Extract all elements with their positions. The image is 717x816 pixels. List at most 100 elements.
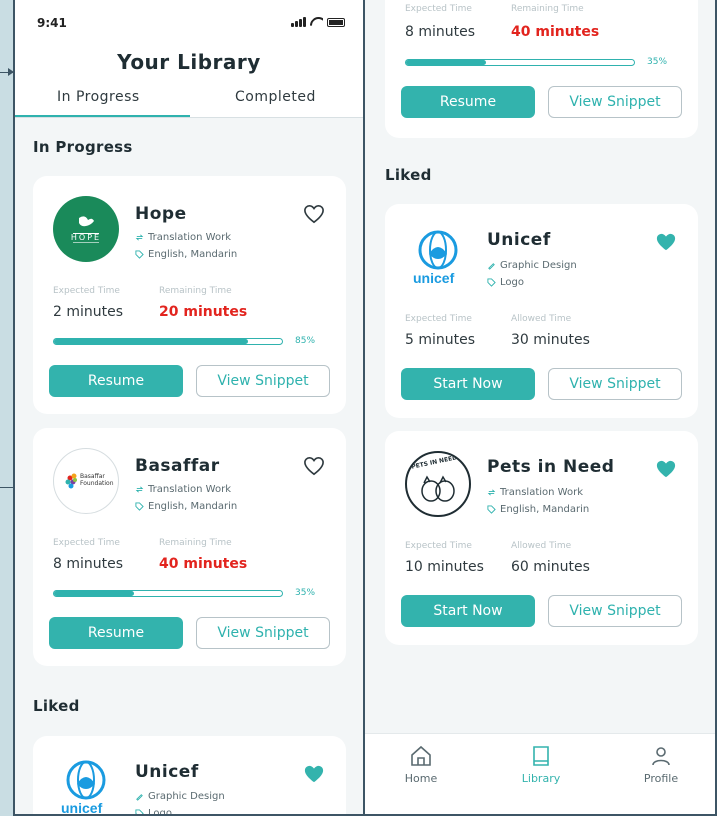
progress-percent: 35%	[647, 57, 668, 67]
remaining-time-value: 40 minutes	[159, 556, 248, 572]
remaining-time-label: Remaining Time	[159, 538, 232, 548]
languages-text: English, Mandarin	[148, 249, 238, 260]
wifi-icon	[310, 17, 323, 27]
resume-button[interactable]: Resume	[401, 86, 535, 118]
progress-percent: 35%	[295, 588, 316, 598]
languages-row: English, Mandarin	[487, 504, 589, 515]
tag-text: Logo	[500, 277, 524, 288]
tag-icon	[487, 505, 496, 514]
project-card-hope[interactable]: HOPE Hope Translation Work English, Mand…	[33, 176, 346, 414]
expected-time-label: Expected Time	[405, 541, 472, 551]
unicef-wordmark: unicef	[413, 270, 455, 286]
tab-divider	[15, 117, 363, 118]
view-snippet-button[interactable]: View Snippet	[196, 365, 330, 397]
languages-text: English, Mandarin	[148, 501, 238, 512]
category-row: Graphic Design	[487, 260, 577, 271]
progress-bar	[53, 590, 283, 597]
unicef-logo: unicef	[405, 224, 471, 290]
category-text: Graphic Design	[500, 260, 577, 271]
allowed-time-label: Allowed Time	[511, 541, 572, 551]
bottom-nav: Home Library Profile	[365, 733, 715, 814]
heart-filled-icon[interactable]	[303, 764, 325, 784]
nav-label: Library	[521, 772, 561, 785]
category-row: Translation Work	[135, 232, 231, 243]
card-name: Unicef	[487, 230, 551, 250]
remaining-time-label: Remaining Time	[159, 286, 232, 296]
expected-time-value: 5 minutes	[405, 332, 476, 348]
pets-in-need-logo: PETS IN NEED	[405, 451, 471, 517]
progress-percent: 85%	[295, 336, 316, 346]
repeat-icon	[135, 234, 144, 241]
project-card-basaffar-continued[interactable]: Expected Time Remaining Time 8 minutes 4…	[385, 0, 698, 138]
tab-completed[interactable]: Completed	[235, 89, 316, 105]
project-card-pets-in-need[interactable]: PETS IN NEED Pets in Need Translation Wo…	[385, 431, 698, 645]
expected-time-label: Expected Time	[53, 286, 120, 296]
right-phone-screen: Expected Time Remaining Time 8 minutes 4…	[365, 0, 717, 816]
nav-label: Profile	[643, 772, 679, 785]
tab-in-progress[interactable]: In Progress	[57, 89, 140, 105]
page-title: Your Library	[117, 50, 261, 74]
expected-time-value: 8 minutes	[53, 556, 124, 572]
languages-row: English, Mandarin	[135, 249, 237, 260]
nav-library[interactable]: Library	[501, 744, 581, 785]
heart-filled-icon[interactable]	[655, 459, 677, 479]
heart-outline-icon[interactable]	[303, 204, 325, 224]
expected-time-label: Expected Time	[53, 538, 120, 548]
category-text: Graphic Design	[148, 791, 225, 802]
view-snippet-button[interactable]: View Snippet	[196, 617, 330, 649]
signal-icon	[291, 17, 306, 27]
card-name: Pets in Need	[487, 457, 615, 477]
annotation-line-mid	[0, 487, 13, 488]
status-time: 9:41	[37, 16, 67, 30]
tag-icon	[487, 278, 496, 287]
category-row: Translation Work	[135, 484, 231, 495]
status-icons	[291, 17, 345, 27]
brush-icon	[488, 263, 495, 270]
left-phone-screen: 9:41 Your Library In Progress Completed …	[13, 0, 365, 816]
progress-fill	[406, 60, 486, 65]
languages-row: English, Mandarin	[135, 501, 237, 512]
progress-fill	[54, 591, 134, 596]
category-text: Translation Work	[500, 487, 583, 498]
tag-row: Logo	[135, 808, 172, 814]
nav-label: Home	[404, 772, 438, 785]
hope-logo: HOPE	[53, 196, 119, 262]
dove-icon	[73, 216, 99, 243]
expected-time-value: 10 minutes	[405, 559, 484, 575]
nav-home[interactable]: Home	[381, 744, 461, 785]
start-now-button[interactable]: Start Now	[401, 595, 535, 627]
tag-row: Logo	[487, 277, 524, 288]
nav-profile[interactable]: Profile	[621, 744, 701, 785]
library-header: Your Library In Progress Completed	[15, 46, 363, 118]
view-snippet-button[interactable]: View Snippet	[548, 368, 682, 400]
resume-button[interactable]: Resume	[49, 617, 183, 649]
resume-button[interactable]: Resume	[49, 365, 183, 397]
category-text: Translation Work	[148, 232, 231, 243]
basaffar-logo-text: Basaffar Foundation	[80, 473, 114, 487]
allowed-time-value: 30 minutes	[511, 332, 590, 348]
project-card-basaffar[interactable]: Basaffar Foundation Basaffar Translation…	[33, 428, 346, 666]
project-card-unicef-peek[interactable]: unicef Unicef Graphic Design Logo	[33, 736, 346, 814]
heart-outline-icon[interactable]	[303, 456, 325, 476]
heart-filled-icon[interactable]	[655, 232, 677, 252]
user-icon	[652, 747, 670, 766]
remaining-time-value: 40 minutes	[511, 24, 600, 40]
expected-time-value: 2 minutes	[53, 304, 124, 320]
basaffar-logo: Basaffar Foundation	[53, 448, 119, 514]
repeat-icon	[487, 489, 496, 496]
progress-bar	[53, 338, 283, 345]
home-icon	[411, 745, 431, 766]
languages-text: English, Mandarin	[500, 504, 590, 515]
category-row: Translation Work	[487, 487, 583, 498]
battery-icon	[327, 18, 345, 27]
status-bar: 9:41	[15, 0, 363, 46]
section-title-liked: Liked	[385, 166, 432, 184]
tag-icon	[135, 809, 144, 814]
view-snippet-button[interactable]: View Snippet	[548, 86, 682, 118]
view-snippet-button[interactable]: View Snippet	[548, 595, 682, 627]
start-now-button[interactable]: Start Now	[401, 368, 535, 400]
repeat-icon	[135, 486, 144, 493]
project-card-unicef[interactable]: unicef Unicef Graphic Design Logo Expect…	[385, 204, 698, 418]
hope-logo-text: HOPE	[70, 233, 102, 242]
card-name: Unicef	[135, 762, 199, 782]
